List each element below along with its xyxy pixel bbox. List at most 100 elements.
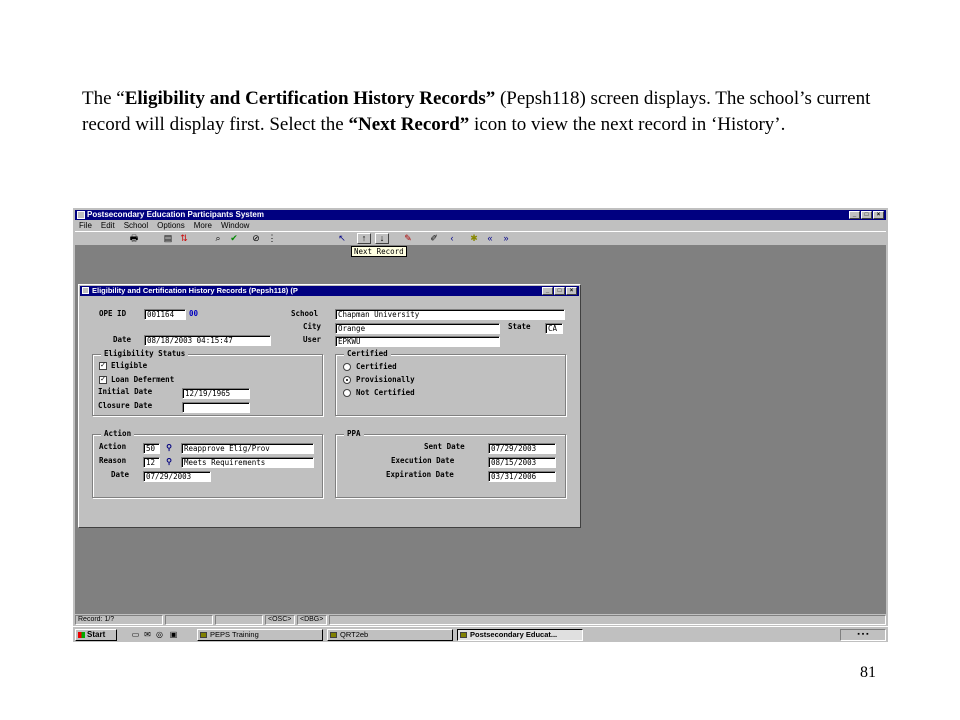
record-status: Record: 1/? <box>75 615 163 625</box>
records-icon[interactable]: ▤ <box>161 233 175 244</box>
execution-date-field[interactable]: 08/15/2003 <box>488 457 556 468</box>
close-button[interactable]: × <box>873 211 884 219</box>
loan-deferment-label: Loan Deferment <box>111 375 175 384</box>
minimize-button[interactable]: _ <box>849 211 860 219</box>
city-field[interactable]: Orange <box>335 323 500 334</box>
print-icon[interactable]: 🖶 <box>127 233 141 244</box>
edit-icon[interactable]: ✎ <box>401 233 415 244</box>
count-icon[interactable]: ⋮ <box>265 233 279 244</box>
initial-date-label: Initial Date <box>98 387 153 396</box>
app-icon <box>77 211 85 219</box>
start-button[interactable]: Start <box>75 629 117 641</box>
previous-block-icon[interactable]: ↖ <box>335 233 349 244</box>
task-qrt2eb[interactable]: QRT2eb <box>327 629 453 641</box>
explorer-icon[interactable]: ▣ <box>169 630 178 639</box>
next-record-tooltip: Next Record <box>351 246 407 257</box>
execute-query-icon[interactable]: ✔ <box>227 233 241 244</box>
action-title: Action <box>101 429 135 439</box>
expiration-date-label: Expiration Date <box>386 470 454 479</box>
reason-lookup-icon[interactable]: ⚲ <box>164 457 174 467</box>
menu-options[interactable]: Options <box>157 221 185 231</box>
taskbar: Start ▭ ✉ ◎ ▣ PEPS Training QRT2eb Posts… <box>73 626 888 642</box>
maximize-button[interactable]: □ <box>861 211 872 219</box>
expiration-date-field[interactable]: 03/31/2006 <box>488 471 556 482</box>
ppa-title: PPA <box>344 429 364 439</box>
inner-maximize-button[interactable]: □ <box>554 287 565 295</box>
next-record-icon[interactable]: ↓ <box>375 233 389 244</box>
cancel-query-icon[interactable]: ⊘ <box>249 233 263 244</box>
sent-date-label: Sent Date <box>424 442 465 451</box>
reason-label: Reason <box>99 456 127 465</box>
certified-radio[interactable] <box>343 363 351 371</box>
reason-code-field[interactable]: 12 <box>143 457 160 468</box>
menu-file[interactable]: File <box>79 221 92 231</box>
osc-status: <OSC> <box>265 615 295 625</box>
action-text-field[interactable]: Reapprove Elig/Prov <box>181 443 314 454</box>
not-certified-option-label: Not Certified <box>356 388 415 397</box>
instruction-caption: The “Eligibility and Certification Histo… <box>82 88 871 135</box>
provisionally-option-label: Provisionally <box>356 375 415 384</box>
sent-date-field[interactable]: 07/29/2003 <box>488 443 556 454</box>
eligibility-status-group: Eligibility Status ✓ Eligible ✓ Loan Def… <box>92 349 323 416</box>
eligible-label: Eligible <box>111 361 148 370</box>
state-label: State <box>508 322 531 331</box>
closure-date-label: Closure Date <box>98 401 153 410</box>
menu-school[interactable]: School <box>124 221 148 231</box>
help-icon[interactable]: ✱ <box>467 233 481 244</box>
query-icon[interactable]: ⌕ <box>211 233 225 244</box>
certified-group: Certified Certified Provisionally Not Ce… <box>335 349 566 416</box>
user-label: User <box>303 335 322 344</box>
task-postsecondary[interactable]: Postsecondary Educat... <box>457 629 583 641</box>
ope-id-label: OPE ID <box>99 309 127 318</box>
ope-id-suffix: 00 <box>189 309 199 318</box>
last-record-icon[interactable]: » <box>499 233 513 244</box>
loan-deferment-checkbox[interactable]: ✓ <box>99 376 107 384</box>
certified-title: Certified <box>344 349 391 359</box>
initial-date-field[interactable]: 12/19/1965 <box>182 388 250 399</box>
not-certified-radio[interactable] <box>343 389 351 397</box>
action-date-label: Date <box>111 470 130 479</box>
school-field[interactable]: Chapman University <box>335 309 565 320</box>
edit-field-icon[interactable]: ✐ <box>427 233 441 244</box>
action-group: Action Action 50 ⚲ Reapprove Elig/Prov R… <box>92 429 323 498</box>
task-peps-training[interactable]: PEPS Training <box>197 629 323 641</box>
browser-icon[interactable]: ◎ <box>155 630 164 639</box>
status-message <box>329 615 886 625</box>
status-bar: Record: 1/? <OSC> <DBG> <box>75 615 886 625</box>
action-label: Action <box>99 442 127 451</box>
action-code-field[interactable]: 50 <box>143 443 160 454</box>
email-icon[interactable]: ✉ <box>143 630 152 639</box>
state-field[interactable]: CA <box>545 323 563 334</box>
history-records-window: Eligibility and Certification History Re… <box>78 284 581 528</box>
sort-icon[interactable]: ⇅ <box>177 233 191 244</box>
provisionally-radio[interactable] <box>343 376 351 384</box>
eligible-checkbox[interactable]: ✓ <box>99 362 107 370</box>
school-label: School <box>291 309 319 318</box>
status-cell-3 <box>215 615 263 625</box>
dbg-status: <DBG> <box>297 615 327 625</box>
system-tray: ▪ ▪ ▪ <box>840 629 886 641</box>
inner-minimize-button[interactable]: _ <box>542 287 553 295</box>
mdi-client-area: Eligibility and Certification History Re… <box>75 245 886 614</box>
menu-edit[interactable]: Edit <box>101 221 115 231</box>
menu-more[interactable]: More <box>194 221 212 231</box>
menu-window[interactable]: Window <box>221 221 249 231</box>
menu-bar: File Edit School Options More Window <box>75 221 886 231</box>
status-cell-2 <box>165 615 213 625</box>
previous-record-icon[interactable]: ↑ <box>357 233 371 244</box>
ope-id-field[interactable]: 001164 <box>144 309 186 320</box>
reason-text-field[interactable]: Meets Requirements <box>181 457 314 468</box>
user-field[interactable]: EPKWU <box>335 336 500 347</box>
inner-close-button[interactable]: × <box>566 287 577 295</box>
execution-date-label: Execution Date <box>391 456 455 465</box>
action-lookup-icon[interactable]: ⚲ <box>164 443 174 453</box>
desktop-icon[interactable]: ▭ <box>131 630 140 639</box>
first-record-icon[interactable]: « <box>483 233 497 244</box>
city-label: City <box>303 322 322 331</box>
date-field[interactable]: 08/18/2003 04:15:47 <box>144 335 271 346</box>
list-values-icon[interactable]: ‹ <box>445 233 459 244</box>
action-date-field[interactable]: 07/29/2003 <box>143 471 211 482</box>
ppa-group: PPA Sent Date 07/29/2003 Execution Date … <box>335 429 566 498</box>
inner-title-bar: Eligibility and Certification History Re… <box>80 286 579 296</box>
closure-date-field[interactable] <box>182 402 250 413</box>
